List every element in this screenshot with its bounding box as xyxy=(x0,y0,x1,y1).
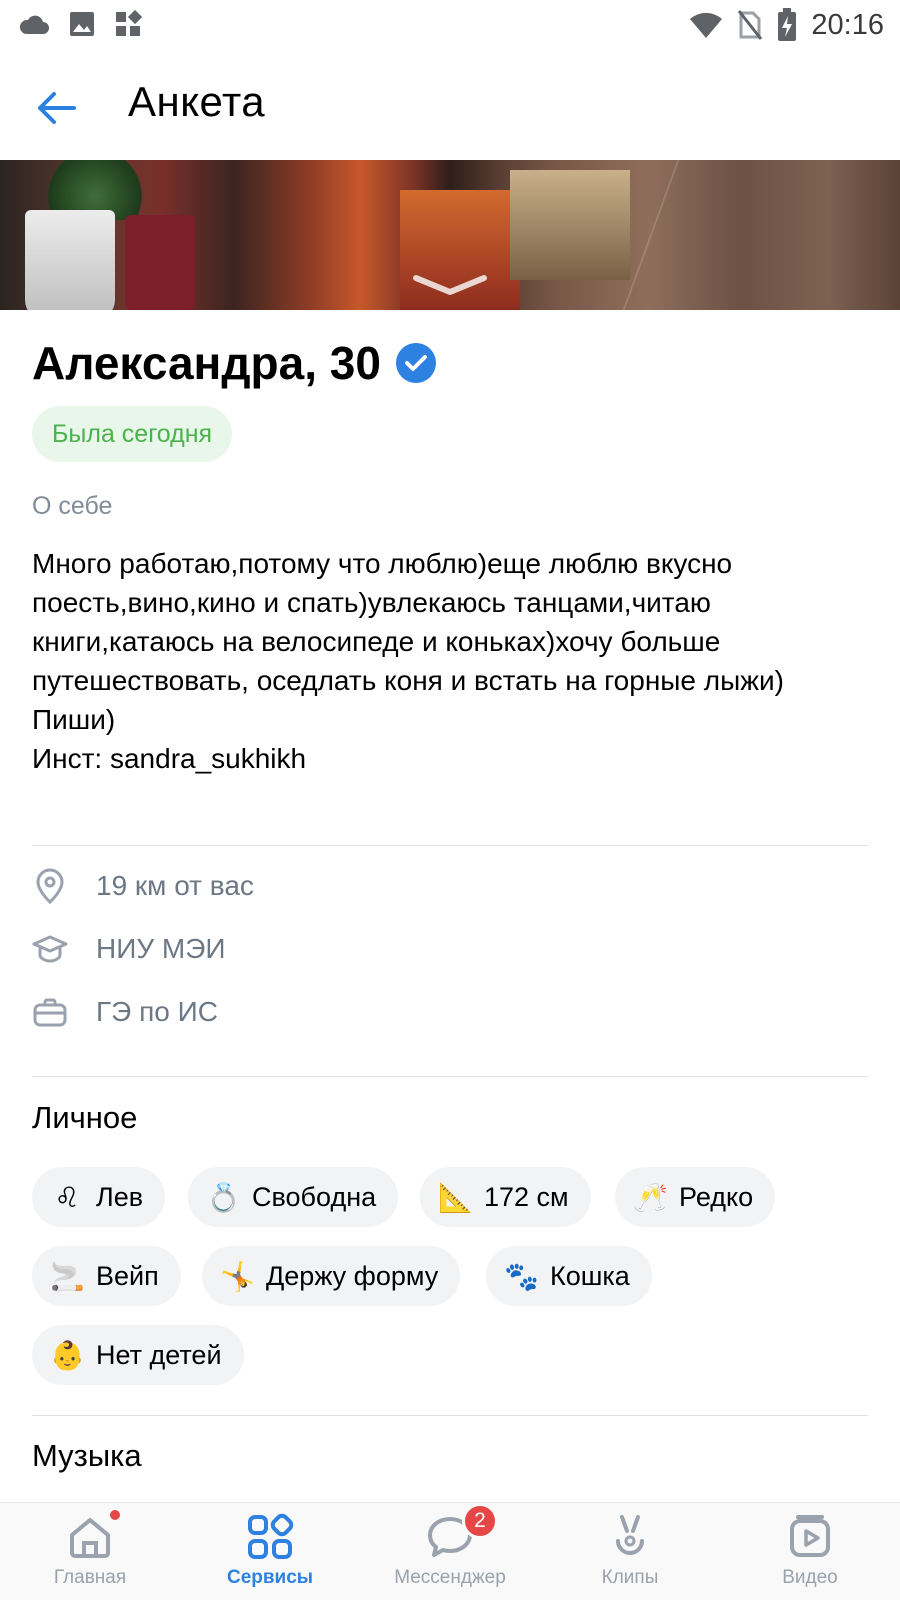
chip-label: Держу форму xyxy=(266,1260,439,1291)
tab-label: Главная xyxy=(53,1567,127,1588)
chip-alcohol: 🥂 Редко xyxy=(615,1167,776,1227)
tab-label: Мессенджер xyxy=(394,1567,506,1588)
baby-icon: 👶 xyxy=(50,1338,85,1372)
apps-icon xyxy=(116,10,142,36)
divider xyxy=(32,1076,868,1077)
about-text: Много работаю,потому что люблю)еще люблю… xyxy=(32,548,784,774)
chip-children: 👶 Нет детей xyxy=(32,1325,244,1385)
chip-label: Свободна xyxy=(252,1181,377,1212)
chip-smoking: 🚬 Вейп xyxy=(32,1246,181,1306)
info-text: ГЭ по ИС xyxy=(96,996,218,1027)
chip-height: 📐 172 см xyxy=(420,1167,591,1227)
clips-icon xyxy=(616,1515,644,1555)
chip-label: Вейп xyxy=(96,1260,159,1291)
music-section-title: Музыка xyxy=(32,1438,142,1473)
tab-label: Видео xyxy=(782,1567,838,1588)
bottom-tab-bar: Главная Сервисы 2 Мессенджер Клипы Видео xyxy=(0,1502,900,1600)
photo-decor xyxy=(510,170,630,280)
chip-relationship: 💍 Свободна xyxy=(188,1167,399,1227)
notification-dot xyxy=(108,1508,122,1522)
cloud-icon xyxy=(19,15,49,34)
cigarette-icon: 🚬 xyxy=(50,1259,85,1293)
chip-label: Редко xyxy=(679,1181,754,1212)
profile-name: Александра, 30 xyxy=(32,337,381,389)
status-time: 20:16 xyxy=(811,8,884,41)
tab-clips[interactable]: Клипы xyxy=(540,1503,720,1600)
info-row-work: ГЭ по ИС xyxy=(32,994,218,1030)
page-title: Анкета xyxy=(128,78,266,125)
name-row: Александра, 30 xyxy=(32,336,437,390)
unread-badge: 2 xyxy=(462,1503,498,1539)
divider xyxy=(32,845,868,846)
info-text: 19 км от вас xyxy=(96,870,254,901)
no-sim-icon xyxy=(738,10,763,40)
tab-video[interactable]: Видео xyxy=(720,1503,900,1600)
tab-home[interactable]: Главная xyxy=(0,1503,180,1600)
tab-label: Сервисы xyxy=(226,1567,314,1588)
chip-label: Лев xyxy=(96,1181,144,1212)
photo-decor xyxy=(25,210,115,310)
personal-section-title: Личное xyxy=(32,1100,138,1135)
location-pin-icon xyxy=(32,868,68,904)
chip-label: Нет детей xyxy=(96,1339,222,1370)
graduation-cap-icon xyxy=(32,931,68,967)
image-icon xyxy=(70,12,94,36)
chip-label: 172 см xyxy=(484,1181,569,1212)
video-icon xyxy=(790,1515,830,1557)
zodiac-icon: ♌ xyxy=(54,1180,80,1214)
chevron-down-icon[interactable] xyxy=(412,272,488,296)
ring-icon: 💍 xyxy=(206,1180,241,1214)
champagne-icon: 🥂 xyxy=(633,1180,668,1214)
photo-decor xyxy=(125,215,195,310)
about-caption: О себе xyxy=(32,492,113,520)
sport-icon: 🤸 xyxy=(220,1259,255,1293)
profile-photo[interactable] xyxy=(0,160,900,310)
chip-zodiac: ♌ Лев xyxy=(32,1167,166,1227)
info-text: НИУ МЭИ xyxy=(96,933,226,964)
tab-label: Клипы xyxy=(601,1567,659,1588)
tab-messenger[interactable]: 2 Мессенджер xyxy=(360,1503,540,1600)
paw-icon: 🐾 xyxy=(504,1259,539,1293)
battery-charging-icon xyxy=(778,8,797,41)
status-bar: 20:16 xyxy=(0,0,900,50)
services-icon xyxy=(248,1513,294,1559)
briefcase-icon xyxy=(32,994,68,1030)
verified-icon xyxy=(395,343,436,383)
app-header: Анкета xyxy=(0,60,900,156)
ruler-icon: 📐 xyxy=(438,1180,473,1214)
chip-pets: 🐾 Кошка xyxy=(486,1246,652,1306)
back-button[interactable] xyxy=(30,82,82,134)
chip-sport: 🤸 Держу форму xyxy=(202,1246,461,1306)
online-status-badge: Была сегодня xyxy=(32,406,233,462)
wifi-icon xyxy=(690,12,723,39)
photo-decor xyxy=(622,160,680,310)
arrow-left-icon xyxy=(38,92,76,124)
info-row-distance: 19 км от вас xyxy=(32,868,254,904)
tab-services[interactable]: Сервисы xyxy=(180,1503,360,1600)
info-row-education: НИУ МЭИ xyxy=(32,931,226,967)
divider xyxy=(32,1415,868,1416)
chip-label: Кошка xyxy=(550,1260,630,1291)
